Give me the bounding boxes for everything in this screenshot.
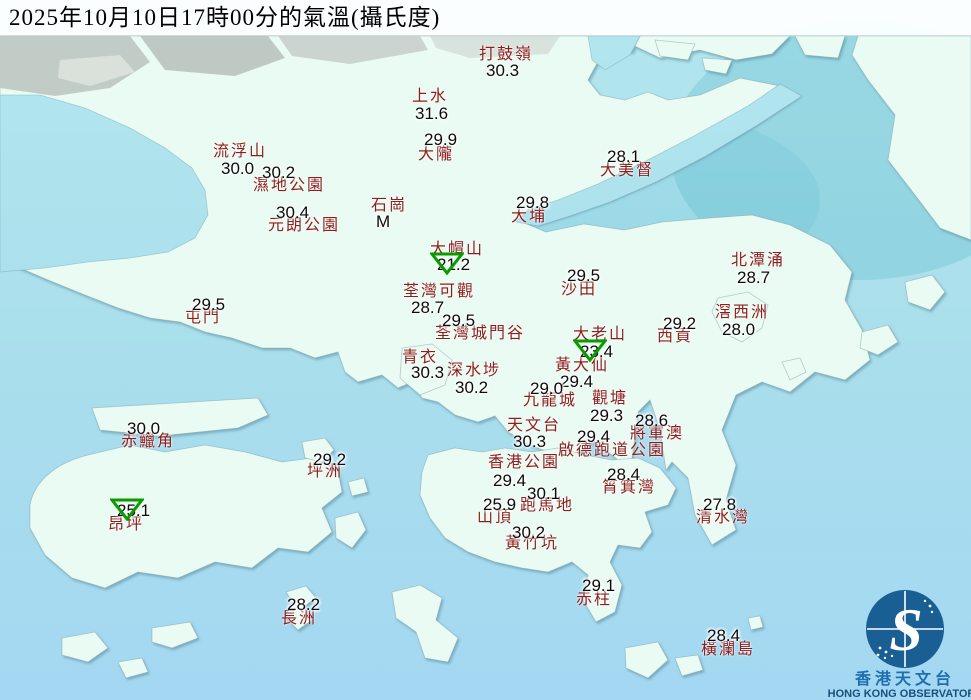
station-temperature: 30.3	[486, 62, 519, 79]
station-temperature: 30.2	[512, 524, 545, 541]
station-temperature: 31.6	[415, 105, 448, 122]
station-temperature: 28.4	[607, 466, 640, 483]
station-temperature: 29.9	[424, 131, 457, 148]
station-name: 滘西洲	[715, 304, 769, 321]
station-temperature: 30.1	[527, 485, 560, 502]
falling-temperature-marker-icon	[573, 338, 607, 362]
station-temperature: 30.0	[127, 420, 160, 437]
station-temperature: 29.1	[582, 577, 615, 594]
waglan-island	[748, 616, 763, 630]
station-temperature: 28.4	[707, 627, 740, 644]
station-temperature: 28.7	[411, 299, 444, 316]
temperature-map-page: 2025年10月10日17時00分的氣溫(攝氏度) 打鼓嶺30.3上水31.6大…	[0, 0, 971, 700]
station-temperature: 29.4	[577, 428, 610, 445]
station-temperature: 28.0	[722, 321, 755, 338]
station-temperature: 29.0	[530, 380, 563, 397]
station-name: 香港公園	[488, 454, 560, 471]
station-temperature: 30.2	[262, 164, 295, 181]
station-temperature: 29.4	[560, 373, 593, 390]
station-temperature: 29.8	[516, 194, 549, 211]
station-temperature: 30.3	[411, 364, 444, 381]
station-temperature: 30.0	[221, 160, 254, 177]
station-temperature: M	[376, 213, 390, 230]
map-title: 2025年10月10日17時00分的氣溫(攝氏度)	[0, 0, 971, 36]
station-temperature: 29.2	[313, 451, 346, 468]
station-temperature: 28.2	[287, 596, 320, 613]
hko-name-english: HONG KONG OBSERVATORY	[828, 688, 971, 700]
station-name: 北潭涌	[731, 252, 785, 269]
station-temperature: 29.5	[442, 312, 475, 329]
station-temperature: 27.8	[703, 496, 736, 513]
station-name: 流浮山	[213, 143, 267, 160]
station-temperature: 28.7	[737, 269, 770, 286]
station-temperature: 30.3	[513, 433, 546, 450]
svg-text:S: S	[889, 597, 922, 663]
station-name: 啟德跑道公園	[558, 442, 666, 459]
falling-temperature-marker-icon	[110, 497, 144, 521]
station-temperature: 29.5	[192, 296, 225, 313]
station-temperature: 29.4	[493, 472, 526, 489]
station-temperature: 28.1	[607, 148, 640, 165]
station-temperature: 29.5	[567, 267, 600, 284]
station-name: 觀塘	[592, 390, 628, 407]
station-name: 上水	[412, 88, 448, 105]
hko-logo: S 香港天文台 HONG KONG OBSERVATORY	[791, 580, 971, 700]
station-temperature: 29.2	[663, 315, 696, 332]
falling-temperature-marker-icon	[430, 251, 464, 275]
hko-name-chinese: 香港天文台	[854, 669, 955, 688]
station-temperature: 30.2	[455, 379, 488, 396]
station-temperature: 29.3	[590, 407, 623, 424]
station-name: 深水埗	[447, 362, 501, 379]
station-temperature: 30.4	[276, 204, 309, 221]
station-temperature: 28.6	[635, 412, 668, 429]
station-temperature: 25.9	[483, 496, 516, 513]
